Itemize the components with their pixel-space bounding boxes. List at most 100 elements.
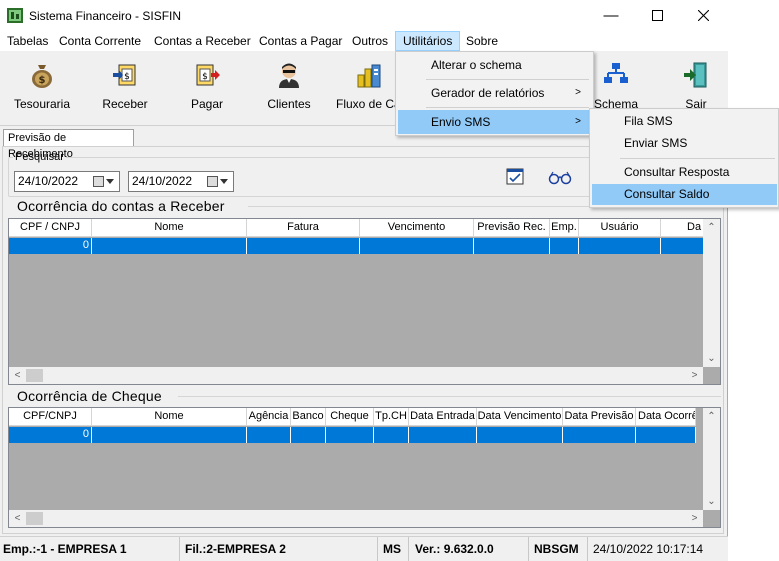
date-from-input[interactable]: 24/10/2022 bbox=[14, 171, 120, 192]
col-header[interactable]: Vencimento bbox=[360, 219, 474, 237]
maximize-button[interactable] bbox=[634, 0, 680, 31]
table-cell bbox=[92, 238, 247, 254]
scroll-down-icon[interactable]: ⌄ bbox=[703, 493, 720, 510]
calendar-dropdown-icon[interactable] bbox=[207, 175, 229, 188]
calendar-dropdown-icon[interactable] bbox=[93, 175, 115, 188]
table-row[interactable]: 0 bbox=[9, 427, 696, 443]
scroll-right-icon[interactable]: > bbox=[686, 367, 703, 384]
fluxo-de-caixa-label: Fluxo de Cai bbox=[336, 97, 396, 111]
col-header[interactable]: CPF/CNPJ bbox=[9, 408, 92, 426]
receber-button[interactable]: $ Receber bbox=[97, 61, 153, 121]
receber-hscroll[interactable]: < > bbox=[9, 367, 703, 384]
clientes-button[interactable]: Clientes bbox=[264, 61, 314, 121]
minimize-icon: — bbox=[603, 7, 619, 24]
col-header[interactable]: Nome bbox=[92, 219, 247, 237]
menu-conta-corrente[interactable]: Conta Corrente bbox=[52, 31, 148, 51]
menu-item-envio-sms[interactable]: Envio SMS > bbox=[398, 110, 591, 134]
table-cell bbox=[474, 238, 550, 254]
col-header[interactable]: Data Previsão bbox=[563, 408, 636, 426]
scroll-left-icon[interactable]: < bbox=[9, 367, 26, 384]
cheque-grid[interactable]: CPF/CNPJ Nome Agência Banco Cheque Tp.CH… bbox=[8, 407, 721, 528]
status-empresa: Emp.:-1 - EMPRESA 1 bbox=[0, 537, 180, 561]
menu-tabelas[interactable]: Tabelas bbox=[0, 31, 55, 51]
menu-sobre[interactable]: Sobre bbox=[459, 31, 505, 51]
menu-item-label: Alterar o schema bbox=[431, 58, 522, 72]
col-header[interactable]: CPF / CNPJ bbox=[9, 219, 92, 237]
date-to-input[interactable]: 24/10/2022 bbox=[128, 171, 234, 192]
col-header[interactable]: Cheque bbox=[326, 408, 374, 426]
scroll-left-icon[interactable]: < bbox=[9, 510, 26, 527]
table-cell bbox=[579, 238, 661, 254]
svg-text:$: $ bbox=[124, 72, 130, 82]
receber-grid-header: CPF / CNPJ Nome Fatura Vencimento Previs… bbox=[9, 219, 704, 237]
exit-icon bbox=[684, 62, 707, 88]
pagar-button[interactable]: $ Pagar bbox=[182, 61, 232, 121]
date-to-value: 24/10/2022 bbox=[132, 174, 193, 188]
menu-item-consultar-saldo[interactable]: Consultar Saldo bbox=[592, 184, 777, 205]
menu-separator bbox=[620, 158, 775, 159]
menu-item-enviar-sms[interactable]: Enviar SMS bbox=[592, 133, 777, 154]
fluxo-de-caixa-button[interactable]: Fluxo de Cai bbox=[334, 61, 396, 121]
table-cell bbox=[550, 238, 579, 254]
schema-icon bbox=[604, 63, 628, 83]
svg-text:$: $ bbox=[39, 75, 46, 86]
scroll-up-icon[interactable]: ⌃ bbox=[703, 219, 720, 236]
col-header[interactable]: Data Entrada bbox=[409, 408, 477, 426]
status-datetime: 24/10/2022 10:17:14 bbox=[593, 542, 704, 556]
menu-contas-a-receber[interactable]: Contas a Receber bbox=[147, 31, 258, 51]
checklist-icon[interactable] bbox=[506, 168, 526, 186]
menu-bar: Tabelas Conta Corrente Contas a Receber … bbox=[0, 31, 728, 51]
receber-grid[interactable]: CPF / CNPJ Nome Fatura Vencimento Previs… bbox=[8, 218, 721, 385]
table-row[interactable]: 0 bbox=[9, 238, 704, 254]
app-icon bbox=[7, 8, 23, 23]
menu-item-label: Envio SMS bbox=[431, 115, 491, 129]
status-version: Ver.: 9.632.0.0 bbox=[412, 537, 529, 561]
table-cell bbox=[247, 238, 360, 254]
main-window: Sistema Financeiro - SISFIN — Tabelas Co… bbox=[0, 0, 728, 561]
menu-contas-a-pagar[interactable]: Contas a Pagar bbox=[252, 31, 349, 51]
menu-outros[interactable]: Outros bbox=[345, 31, 395, 51]
menu-utilitarios[interactable]: Utilitários bbox=[395, 31, 461, 51]
search-legend: Pesquisar bbox=[15, 151, 64, 163]
close-button[interactable] bbox=[680, 0, 726, 31]
table-cell bbox=[326, 427, 374, 443]
scroll-thumb[interactable] bbox=[26, 369, 43, 382]
cheque-hscroll[interactable]: < > bbox=[9, 510, 703, 527]
menu-item-fila-sms[interactable]: Fila SMS bbox=[592, 111, 777, 132]
menu-item-consultar-resposta[interactable]: Consultar Resposta bbox=[592, 162, 777, 183]
scroll-thumb[interactable] bbox=[26, 512, 43, 525]
cheque-vscroll[interactable]: ⌃ ⌄ bbox=[703, 408, 720, 510]
col-header[interactable]: Banco bbox=[291, 408, 326, 426]
clientes-label: Clientes bbox=[267, 97, 311, 111]
menu-item-gerador-relatorios[interactable]: Gerador de relatórios > bbox=[398, 81, 591, 105]
col-header[interactable]: Tp.CH bbox=[374, 408, 409, 426]
clients-icon bbox=[279, 63, 299, 88]
glasses-icon[interactable] bbox=[548, 171, 572, 185]
close-icon bbox=[697, 10, 709, 21]
menu-item-alterar-schema[interactable]: Alterar o schema bbox=[398, 53, 591, 77]
receber-vscroll[interactable]: ⌃ ⌄ bbox=[703, 219, 720, 367]
scroll-down-icon[interactable]: ⌄ bbox=[703, 350, 720, 367]
col-header[interactable]: Nome bbox=[92, 408, 247, 426]
col-header[interactable]: Emp. bbox=[550, 219, 579, 237]
col-header[interactable]: Da bbox=[661, 219, 704, 237]
menu-separator bbox=[426, 79, 589, 80]
col-header[interactable]: Data Vencimento bbox=[477, 408, 563, 426]
minimize-button[interactable]: — bbox=[588, 0, 634, 31]
maximize-icon bbox=[651, 10, 663, 21]
receber-section-title: Ocorrência do contas a Receber bbox=[17, 198, 225, 214]
col-header[interactable]: Usuário bbox=[579, 219, 661, 237]
col-header[interactable]: Previsão Rec. bbox=[474, 219, 550, 237]
scroll-up-icon[interactable]: ⌃ bbox=[703, 408, 720, 425]
pay-icon: $ bbox=[196, 64, 220, 86]
col-header[interactable]: Fatura bbox=[247, 219, 360, 237]
col-header[interactable]: Data Ocorrê bbox=[636, 408, 696, 426]
menu-separator bbox=[426, 107, 589, 108]
table-cell bbox=[360, 238, 474, 254]
scroll-right-icon[interactable]: > bbox=[686, 510, 703, 527]
tab-previsao-recebimento[interactable]: Previsão de Recebimento bbox=[3, 129, 134, 160]
col-header[interactable]: Agência bbox=[247, 408, 291, 426]
title-bar: Sistema Financeiro - SISFIN — bbox=[0, 0, 728, 31]
tesouraria-button[interactable]: $ Tesouraria bbox=[12, 61, 72, 121]
status-bar: Emp.:-1 - EMPRESA 1 Fil.:2-EMPRESA 2 MS … bbox=[0, 536, 728, 561]
